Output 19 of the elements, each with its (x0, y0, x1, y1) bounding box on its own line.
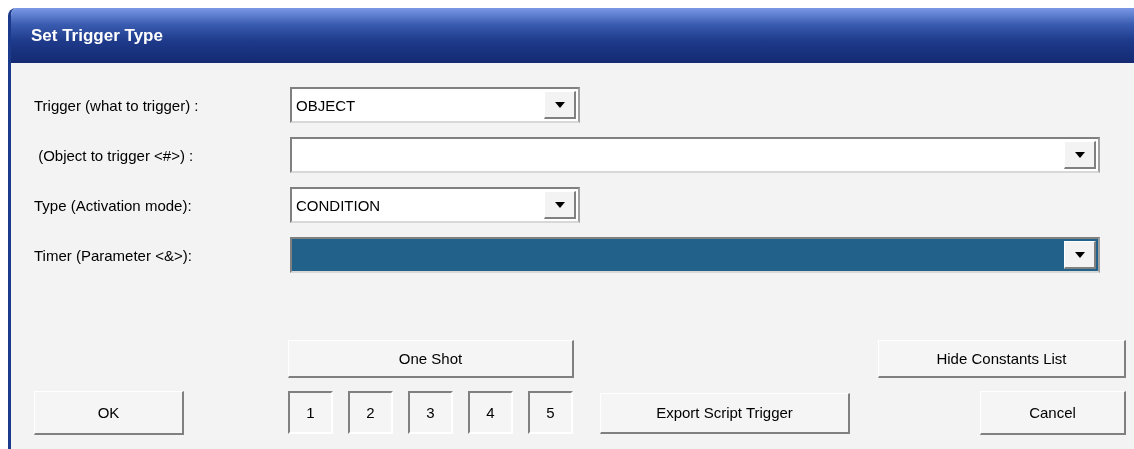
window-title: Set Trigger Type (31, 25, 163, 46)
field-label: Trigger (what to trigger) : (34, 96, 200, 114)
cancel-button[interactable]: Cancel (980, 391, 1126, 435)
number-button[interactable]: 4 (468, 391, 513, 434)
hide-constants-button[interactable]: Hide Constants List (878, 340, 1126, 378)
number-button[interactable]: 2 (348, 391, 393, 434)
number-button[interactable]: 1 (288, 391, 333, 434)
number-button[interactable]: 3 (408, 391, 453, 434)
export-script-button[interactable]: Export Script Trigger (600, 392, 850, 434)
dropdown-field[interactable] (290, 137, 1100, 173)
field-label: Timer (Parameter <&>): (34, 246, 193, 264)
ok-button[interactable]: OK (34, 391, 184, 435)
field-label: Type (Activation mode): (34, 196, 193, 214)
field-label: (Object to trigger <#>) : (37, 146, 195, 164)
dropdown-field[interactable]: CONDITION (290, 187, 580, 223)
dropdown-field[interactable]: OBJECT (290, 87, 580, 123)
dropdown-field[interactable] (290, 237, 1100, 273)
one-shot-button[interactable]: One Shot (288, 340, 574, 378)
number-button[interactable]: 5 (528, 391, 573, 434)
